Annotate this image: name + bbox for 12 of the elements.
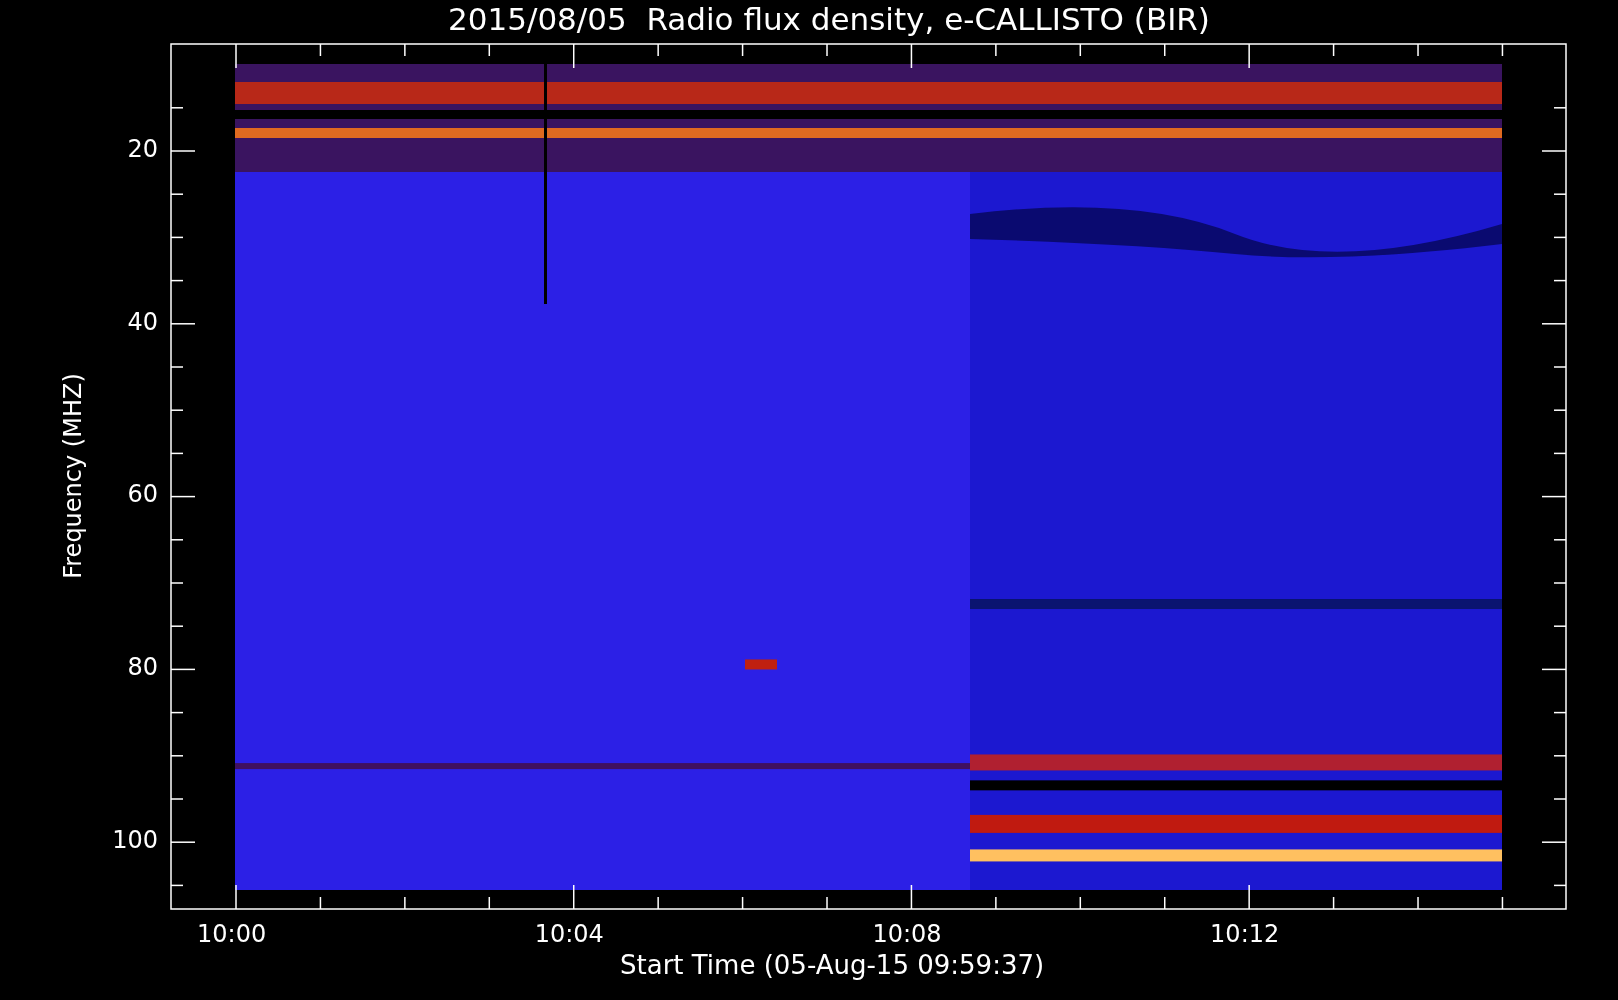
y-tick-label: 80 — [127, 653, 158, 682]
y-tick-label: 40 — [127, 307, 158, 336]
chart-title: 2015/08/05 Radio flux density, e-CALLISTO (BIR) — [448, 0, 1210, 38]
y-tick-label: 20 — [127, 135, 158, 163]
x-tick-label: 10:12 — [1210, 920, 1280, 948]
y-tick-label: 100 — [112, 825, 158, 854]
x-tick-label: 10:08 — [872, 920, 942, 948]
x-tick-label: 10:00 — [197, 920, 267, 948]
x-tick-label: 10:04 — [534, 920, 604, 948]
y-axis-label: Frequency (MHZ) — [59, 373, 87, 579]
x-axis-label: Start Time (05-Aug-15 09:59:37) — [620, 950, 1045, 980]
y-tick-label: 60 — [127, 480, 158, 509]
